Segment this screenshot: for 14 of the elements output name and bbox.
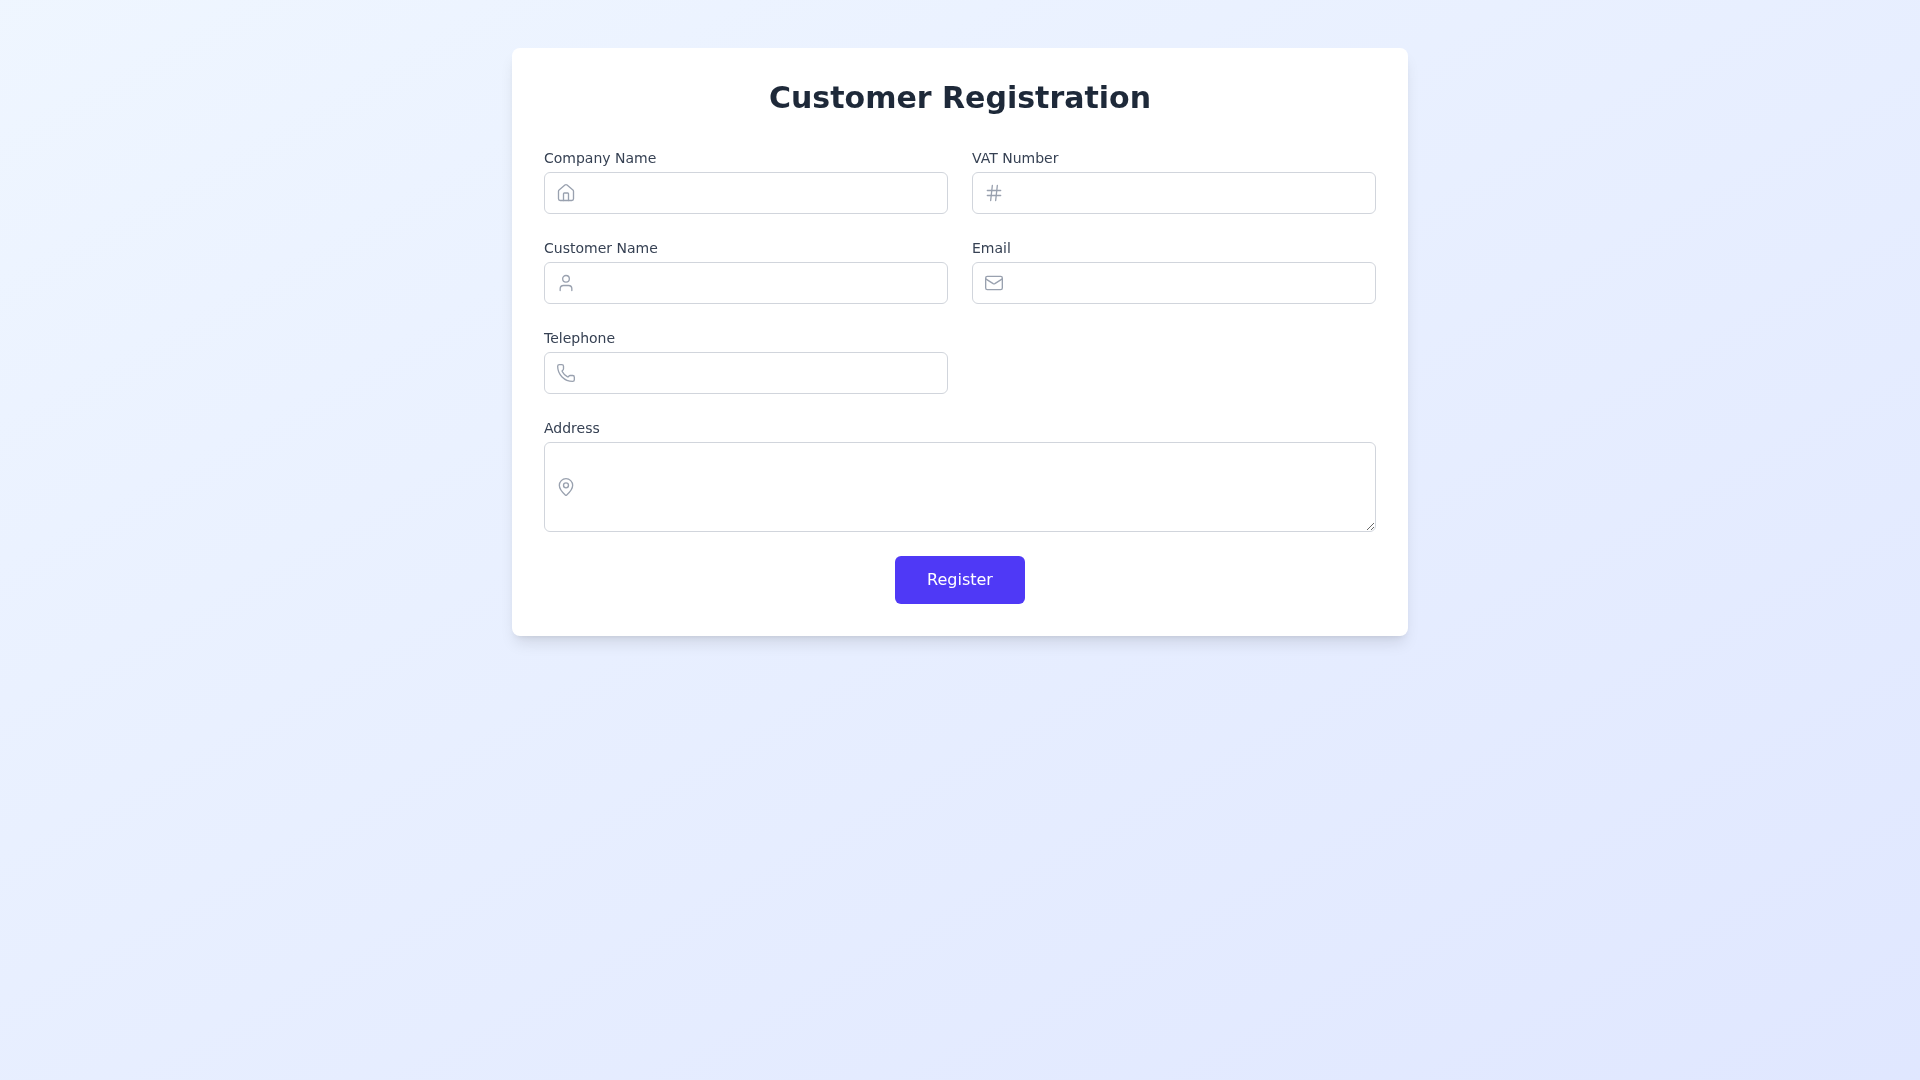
input-field[interactable] [544,352,948,394]
text-area[interactable] [544,442,1376,532]
input-field[interactable] [544,172,948,214]
register-button[interactable]: Register [895,556,1025,604]
input-field[interactable] [972,262,1376,304]
form-title: Customer Registration [767,80,1153,116]
field-label: VAT Number [972,149,1059,168]
field-label: Address [544,419,600,438]
field-label: Email [972,239,1011,258]
field-label: Telephone [544,329,616,348]
field-label: Customer Name [544,239,658,258]
input-field[interactable] [544,262,948,304]
input-field[interactable] [972,172,1376,214]
field-label: Company Name [544,149,657,168]
